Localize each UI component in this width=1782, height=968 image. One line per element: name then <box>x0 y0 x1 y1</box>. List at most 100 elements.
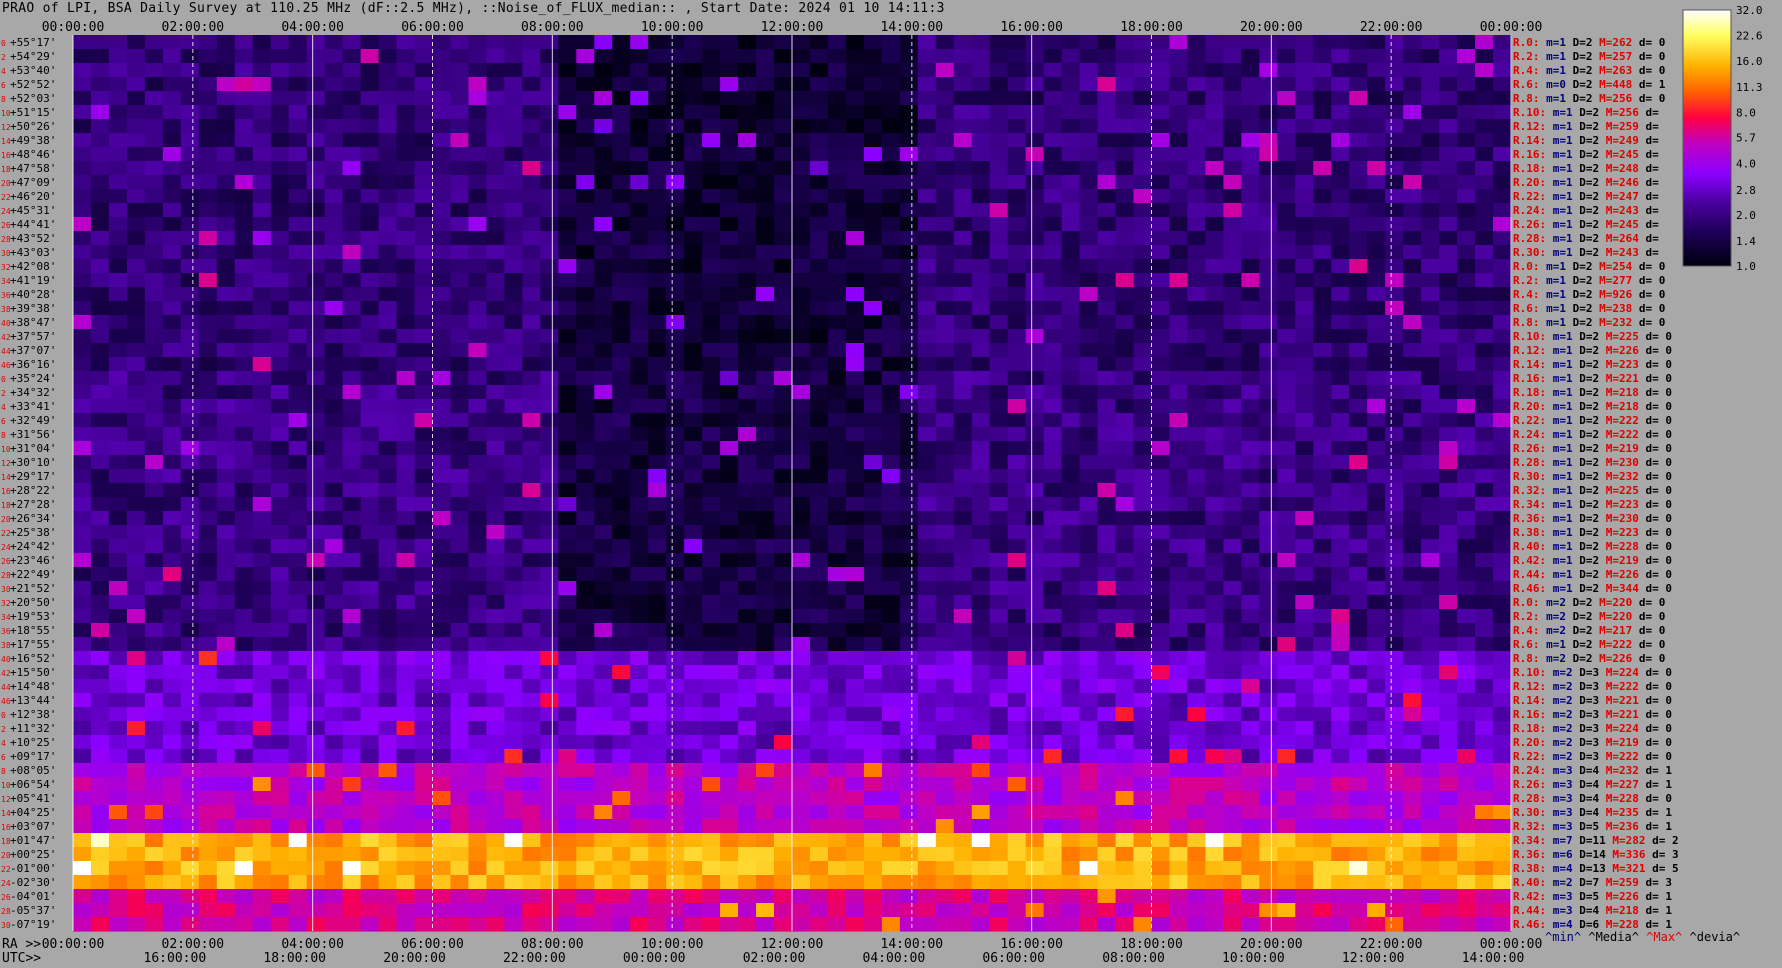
heatmap-cell <box>108 301 128 316</box>
heatmap-cell <box>1331 665 1350 680</box>
heatmap-cell <box>738 161 757 176</box>
heatmap-cell <box>558 665 577 680</box>
heatmap-cell <box>1151 301 1171 316</box>
heatmap-cell <box>1097 441 1117 456</box>
heatmap-cell <box>1457 483 1476 498</box>
heatmap-cell <box>558 301 577 316</box>
heatmap-cell <box>845 749 865 764</box>
heatmap-cell <box>684 567 703 582</box>
heatmap-cell <box>648 203 667 218</box>
heatmap-cell <box>612 161 631 176</box>
heatmap-cell <box>198 161 218 176</box>
heatmap-cell <box>1097 693 1117 708</box>
heatmap-cell <box>935 287 955 302</box>
heatmap-cell <box>594 665 613 680</box>
heatmap-cell <box>899 833 919 848</box>
heatmap-cell <box>558 679 577 694</box>
heatmap-cell <box>845 455 865 470</box>
heatmap-cell <box>1133 679 1153 694</box>
heatmap-cell <box>73 819 92 834</box>
heatmap-cell <box>414 903 434 918</box>
heatmap-cell <box>1277 63 1296 78</box>
heatmap-cell <box>1151 329 1171 344</box>
heatmap-cell <box>702 455 721 470</box>
heatmap-cell <box>648 595 667 610</box>
heatmap-cell <box>306 679 326 694</box>
heatmap-cell <box>468 847 488 862</box>
heatmap-cell <box>1385 245 1404 260</box>
heatmap-cell <box>594 245 613 260</box>
heatmap-cell <box>558 63 577 78</box>
heatmap-cell <box>450 301 470 316</box>
heatmap-cell <box>468 861 488 876</box>
heatmap-cell <box>306 63 326 78</box>
heatmap-cell <box>1259 35 1278 50</box>
heatmap-cell <box>468 567 488 582</box>
heatmap-cell <box>1133 35 1153 50</box>
heatmap-cell <box>594 763 613 778</box>
heatmap-cell <box>1169 791 1189 806</box>
heatmap-cell <box>666 679 685 694</box>
heatmap-cell <box>1295 889 1314 904</box>
heatmap-cell <box>720 343 739 358</box>
heatmap-cell <box>1241 553 1260 568</box>
heatmap-cell <box>899 259 919 274</box>
heatmap-cell <box>270 119 290 134</box>
heatmap-cell <box>360 889 380 904</box>
heatmap-cell <box>774 819 793 834</box>
heatmap-cell <box>684 441 703 456</box>
heatmap-cell <box>324 49 344 64</box>
heatmap-cell <box>881 105 901 120</box>
heatmap-cell <box>378 861 398 876</box>
heatmap-cell <box>1097 63 1117 78</box>
heatmap-cell <box>1493 273 1512 288</box>
heatmap-cell <box>827 707 847 722</box>
heatmap-cell <box>1115 511 1135 526</box>
heatmap-cell <box>522 343 541 358</box>
heatmap-cell <box>648 441 667 456</box>
heatmap-cell <box>558 721 577 736</box>
heatmap-cell <box>378 595 398 610</box>
heatmap-cell <box>342 329 362 344</box>
heatmap-cell <box>252 693 272 708</box>
heatmap-cell <box>1151 511 1171 526</box>
heatmap-cell <box>971 203 991 218</box>
heatmap-cell <box>1295 567 1314 582</box>
heatmap-cell <box>630 693 649 708</box>
heatmap-cell <box>252 119 272 134</box>
heatmap-cell <box>1007 637 1027 652</box>
heatmap-cell <box>73 49 92 64</box>
heatmap-cell <box>1241 189 1260 204</box>
heatmap-cell <box>468 791 488 806</box>
heatmap-cell <box>1241 343 1260 358</box>
heatmap-cell <box>738 231 757 246</box>
heatmap-cell <box>360 735 380 750</box>
heatmap-cell <box>756 791 775 806</box>
heatmap-cell <box>108 469 128 484</box>
heatmap-cell <box>1043 707 1063 722</box>
heatmap-cell <box>198 861 218 876</box>
heatmap-cell <box>414 455 434 470</box>
heatmap-cell <box>1439 651 1458 666</box>
heatmap-cell <box>1259 693 1278 708</box>
heatmap-cell <box>1349 777 1368 792</box>
heatmap-cell <box>1331 749 1350 764</box>
heatmap-cell <box>234 889 254 904</box>
heatmap-cell <box>845 497 865 512</box>
heatmap-cell <box>863 609 883 624</box>
heatmap-cell <box>234 259 254 274</box>
heatmap-cell <box>1061 763 1081 778</box>
heatmap-cell <box>756 847 775 862</box>
heatmap-cell <box>1403 231 1422 246</box>
heatmap-cell <box>1133 483 1153 498</box>
heatmap-cell <box>863 413 883 428</box>
heatmap-cell <box>1421 441 1440 456</box>
heatmap-cell <box>1457 525 1476 540</box>
heatmap-cell <box>1313 245 1332 260</box>
heatmap-cell <box>162 259 182 274</box>
heatmap-cell <box>738 707 757 722</box>
heatmap-cell <box>1223 399 1242 414</box>
heatmap-cell <box>917 217 937 232</box>
heatmap-cell <box>1097 161 1117 176</box>
heatmap-cell <box>917 273 937 288</box>
